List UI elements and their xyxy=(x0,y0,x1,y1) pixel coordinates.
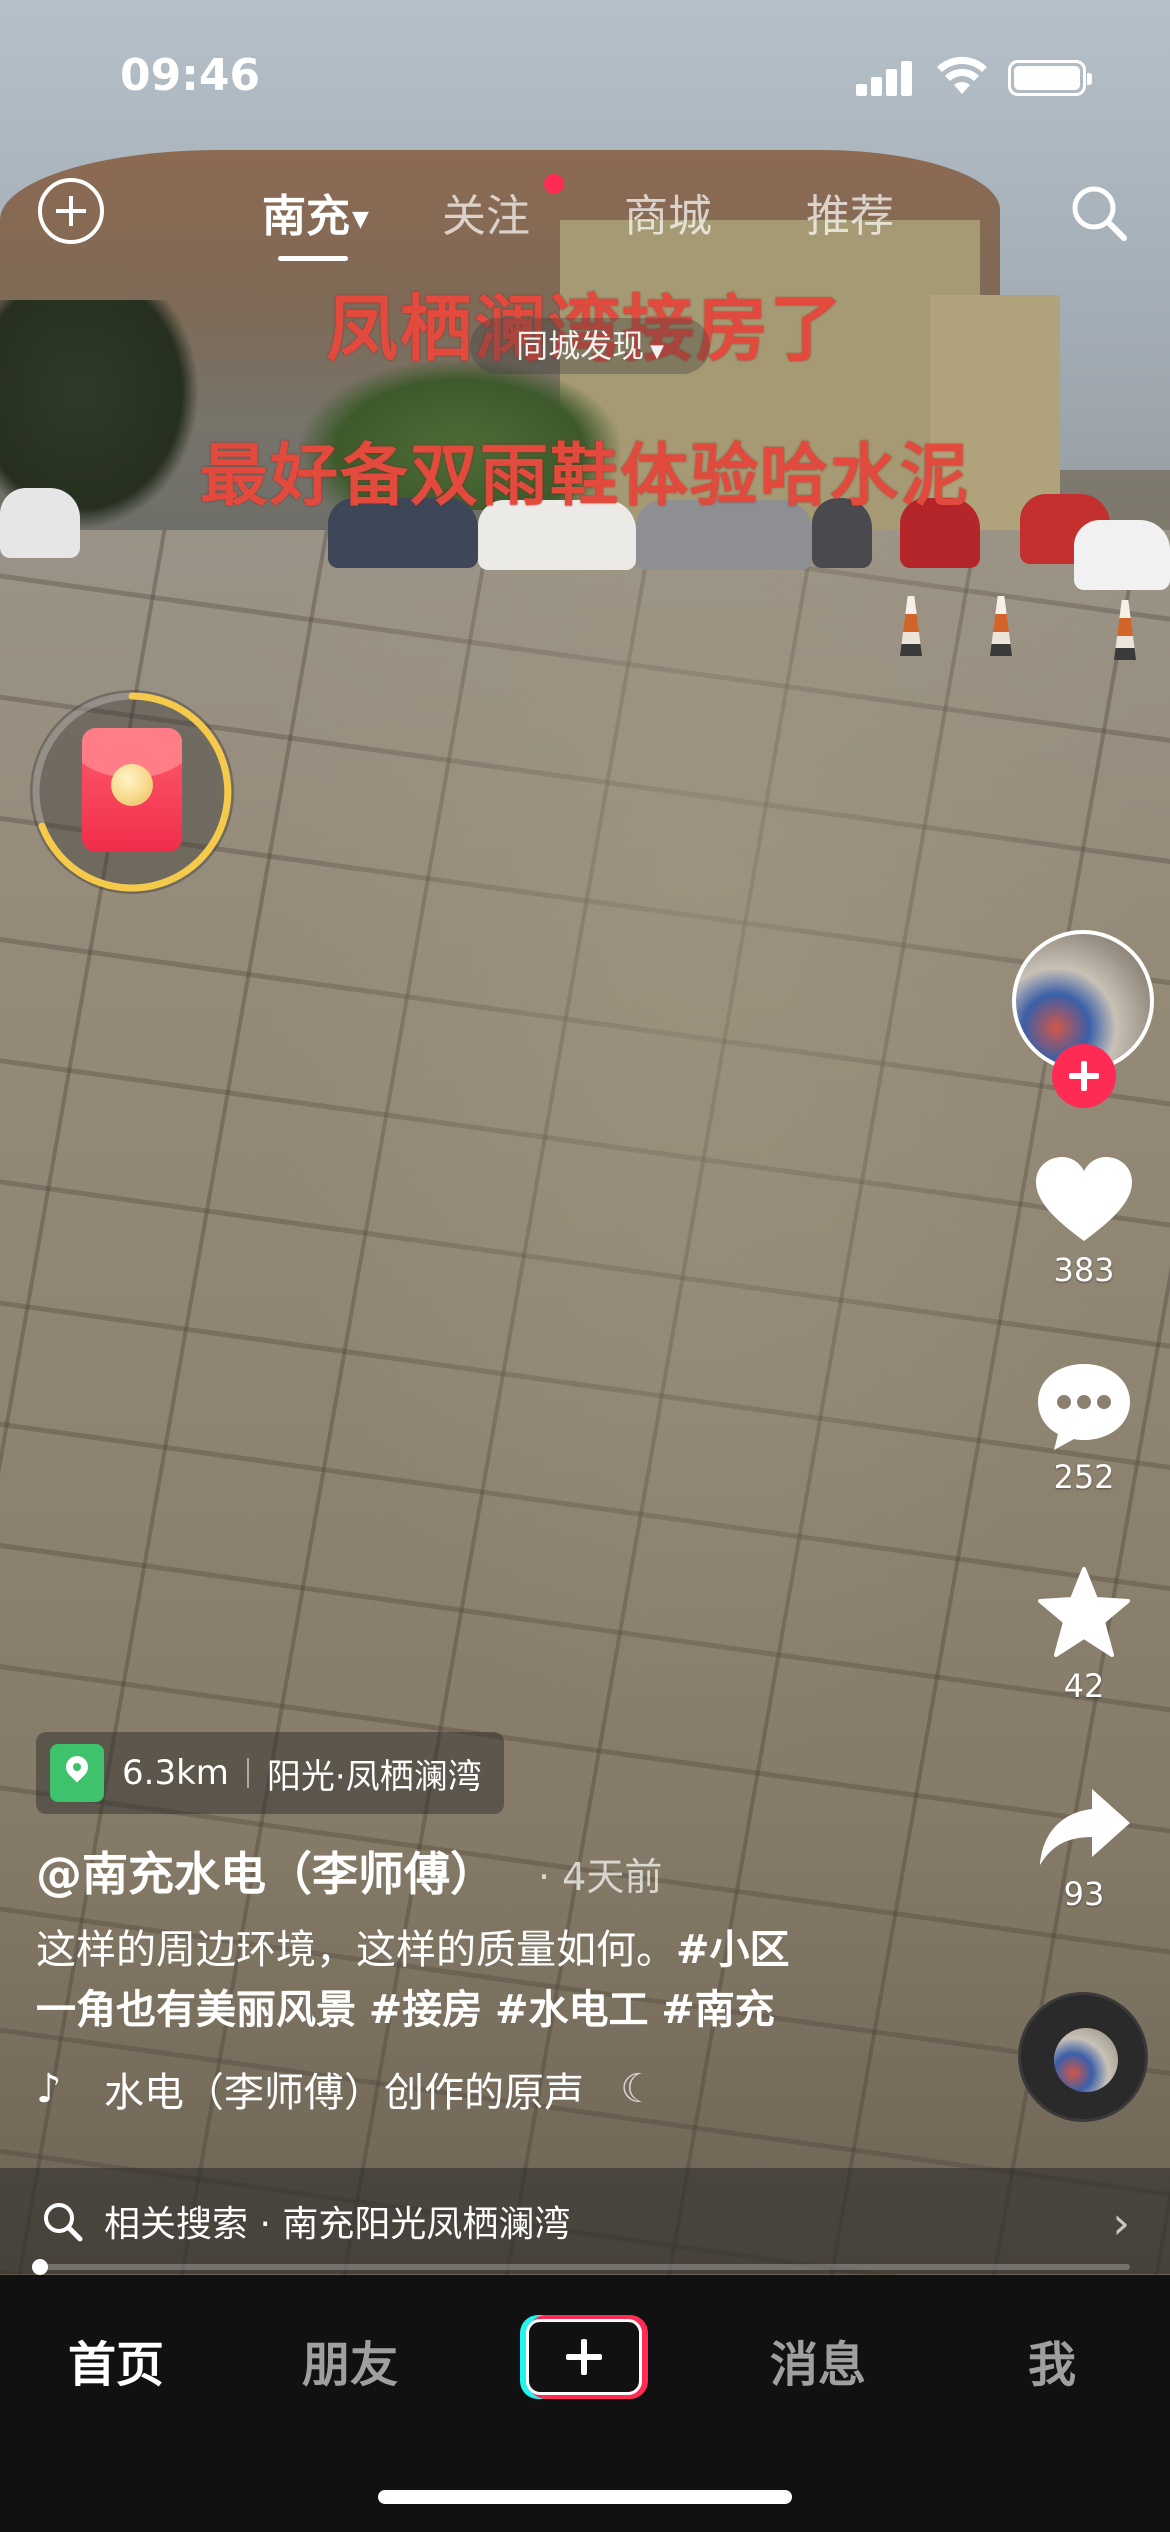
favorite-button[interactable]: 42 xyxy=(1004,1565,1164,1705)
like-count: 383 xyxy=(1053,1251,1115,1289)
battery-icon xyxy=(1008,60,1092,96)
wifi-icon xyxy=(937,56,987,94)
video-progress-knob[interactable] xyxy=(32,2259,48,2275)
location-distance: 6.3km xyxy=(122,1753,229,1793)
location-tag[interactable]: 6.3km 阳光·凤栖澜湾 xyxy=(36,1732,504,1814)
music-disc-cover xyxy=(1054,2028,1118,2092)
favorite-count: 42 xyxy=(1063,1667,1105,1705)
tab-city[interactable]: 南充▼ xyxy=(262,180,369,244)
notification-dot xyxy=(544,174,564,194)
video-progress-bar[interactable] xyxy=(32,2259,1130,2275)
red-packet-widget[interactable] xyxy=(30,690,234,894)
follow-button[interactable] xyxy=(1052,1044,1116,1108)
cellular-signal-icon xyxy=(856,60,914,96)
chevron-right-icon: › xyxy=(1112,2198,1130,2249)
tab-me[interactable]: 我 xyxy=(972,2325,1132,2395)
comment-count: 252 xyxy=(1053,1458,1115,1496)
hashtag-community[interactable]: #小区 xyxy=(676,1927,790,1973)
share-icon xyxy=(1040,1789,1130,1865)
share-count: 93 xyxy=(1063,1875,1105,1913)
comment-button[interactable]: 252 xyxy=(1004,1360,1164,1496)
tab-messages[interactable]: 消息 xyxy=(738,2325,898,2395)
heart-icon xyxy=(1036,1157,1132,1241)
post-time: · 4天前 xyxy=(538,1855,663,1899)
plus-icon xyxy=(526,2319,642,2395)
tab-city-label: 南充 xyxy=(262,191,350,242)
video-car xyxy=(1074,520,1170,590)
red-packet-coin xyxy=(111,764,153,806)
caret-down-icon: ▼ xyxy=(352,206,369,232)
music-title: 水电（李师傅）创作的原声 xyxy=(104,2070,584,2116)
search-icon xyxy=(44,2203,83,2242)
comment-icon xyxy=(1038,1364,1130,1450)
sub-nav-discover[interactable]: 同城发现 ▼ xyxy=(470,318,710,374)
location-name: 阳光·凤栖澜湾 xyxy=(266,1756,482,1797)
search-icon[interactable] xyxy=(1066,180,1132,246)
home-indicator xyxy=(378,2490,792,2504)
tab-recommend[interactable]: 推荐 xyxy=(806,180,894,244)
tab-friends[interactable]: 朋友 xyxy=(270,2325,430,2395)
sub-nav-label: 同城发现 xyxy=(516,327,645,365)
location-divider xyxy=(246,1758,249,1788)
music-row[interactable]: ♪ 水电（李师傅）创作的原声 ☾ xyxy=(36,2060,656,2118)
tab-home[interactable]: 首页 xyxy=(36,2325,196,2395)
status-time: 09:46 xyxy=(120,50,261,101)
tab-following[interactable]: 关注 xyxy=(442,180,530,244)
hashtag-nanchong[interactable]: #南充 xyxy=(661,1987,775,2033)
music-disc[interactable] xyxy=(1018,1992,1148,2122)
music-note-icon: ♪ xyxy=(36,2066,62,2112)
music-scroll-indicator: ☾ xyxy=(620,2066,656,2112)
author-row: @南充水电（李师傅） · 4天前 xyxy=(36,1838,662,1904)
active-tab-underline xyxy=(278,256,348,261)
video-description: 这样的周边环境，这样的质量如何。#小区 一角也有美丽风景 #接房 #水电工 #南… xyxy=(36,1920,916,2040)
location-pin-icon xyxy=(50,1744,104,1802)
video-caption-line-2: 最好备双雨鞋体验哈水泥 xyxy=(199,436,970,516)
like-button[interactable]: 383 xyxy=(1004,1155,1164,1289)
hashtag-handover[interactable]: #接房 xyxy=(369,1987,483,2033)
description-text: 这样的周边环境，这样的质量如何。 xyxy=(36,1927,676,1973)
top-nav: 南充▼ 关注 商城 推荐 xyxy=(0,170,1170,270)
related-search-bar[interactable]: 相关搜索 · 南充阳光凤栖澜湾 › xyxy=(0,2168,1170,2274)
plus-circle-icon[interactable] xyxy=(38,178,104,244)
create-button[interactable] xyxy=(520,2315,648,2399)
hashtag-continuation[interactable]: 一角也有美丽风景 xyxy=(36,1987,356,2033)
related-search-label: 相关搜索 · 南充阳光凤栖澜湾 xyxy=(104,2204,571,2245)
star-icon xyxy=(1038,1567,1130,1657)
caret-down-icon: ▼ xyxy=(650,341,664,362)
author-name[interactable]: @南充水电（李师傅） xyxy=(36,1847,496,1901)
status-bar: 09:46 xyxy=(0,0,1170,150)
tab-mall[interactable]: 商城 xyxy=(624,180,712,244)
hashtag-electrician[interactable]: #水电工 xyxy=(495,1987,649,2033)
share-button[interactable]: 93 xyxy=(1004,1785,1164,1913)
